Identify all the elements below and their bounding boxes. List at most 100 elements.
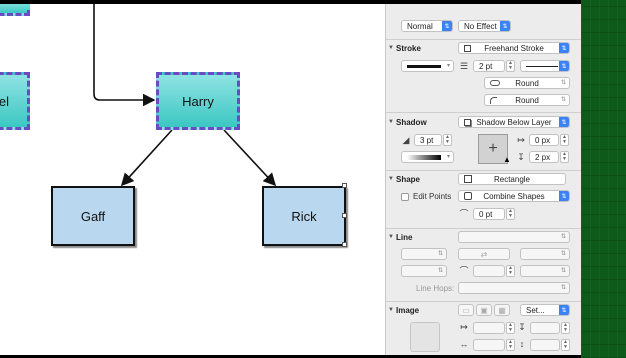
disclosure-triangle-icon[interactable]: ▼ bbox=[388, 119, 394, 125]
image-offset-y-field[interactable] bbox=[530, 322, 560, 334]
node-harry-label: Harry bbox=[182, 93, 214, 109]
shadow-size-field[interactable]: 3 pt bbox=[414, 134, 442, 146]
node-rick[interactable]: Rick bbox=[262, 186, 346, 246]
node-gaff[interactable]: Gaff bbox=[51, 186, 135, 246]
shadow-size-icon: ◢ bbox=[402, 134, 410, 145]
image-offset-y-icon: ↧ bbox=[518, 321, 526, 332]
shadow-offset-y-field[interactable]: 2 px bbox=[529, 151, 559, 163]
shadow-color-well[interactable]: ▾ bbox=[401, 151, 454, 163]
swap-arrows-button[interactable]: ⇄ bbox=[458, 248, 510, 260]
corner-radius-value: 0 pt bbox=[479, 209, 493, 219]
divider bbox=[386, 170, 581, 171]
line-hops-select[interactable]: ⇅ bbox=[458, 282, 570, 294]
node-harry[interactable]: Harry bbox=[156, 72, 240, 130]
stroke-section-title: Stroke bbox=[396, 44, 421, 53]
corner-radius-stepper[interactable]: ▲ ▼ bbox=[506, 208, 515, 220]
image-offset-x-stepper[interactable]: ▲ ▼ bbox=[506, 322, 515, 334]
image-fit-icon: ▭ bbox=[462, 305, 470, 315]
stroke-width-value: 2 pt bbox=[479, 61, 493, 71]
line-type-select[interactable]: ⇅ bbox=[458, 231, 570, 243]
chevron-down-icon: ▾ bbox=[446, 63, 450, 69]
stroke-color-well[interactable]: ▾ bbox=[401, 60, 454, 72]
stroke-width-field[interactable]: 2 pt bbox=[473, 60, 505, 72]
line-cap-select[interactable]: Round ⇅ bbox=[484, 94, 570, 106]
chevron-down-icon: ⇅ bbox=[559, 191, 569, 201]
blend-mode-value: Normal bbox=[407, 21, 433, 31]
node-rick-label: Rick bbox=[291, 208, 317, 224]
line-curvature-field[interactable] bbox=[473, 265, 505, 277]
line-cap-value: Round bbox=[515, 95, 539, 105]
corner-radius-field[interactable]: 0 pt bbox=[473, 208, 505, 220]
image-scale-y-icon: ↕ bbox=[519, 339, 525, 349]
connector-harry-to-rick bbox=[223, 129, 277, 187]
chevron-down-icon: ⇅ bbox=[559, 43, 569, 53]
node-partial-top-left[interactable] bbox=[0, 4, 30, 16]
chevron-down-icon: ⇅ bbox=[437, 251, 443, 257]
shadow-offset-y-stepper[interactable]: ▲ ▼ bbox=[560, 151, 569, 163]
stroke-width-stepper[interactable]: ▲ ▼ bbox=[506, 60, 515, 72]
shape-type-select[interactable]: Rectangle bbox=[458, 173, 566, 185]
rectangle-icon bbox=[464, 45, 471, 52]
shadow-size-value: 3 pt bbox=[420, 135, 434, 145]
stroke-pattern-select[interactable]: ⇅ bbox=[520, 60, 570, 72]
disclosure-triangle-icon[interactable]: ▼ bbox=[388, 234, 394, 240]
divider bbox=[386, 228, 581, 229]
image-scale-x-field[interactable] bbox=[473, 339, 505, 351]
divider bbox=[386, 301, 581, 302]
image-offset-y-stepper[interactable]: ▲ ▼ bbox=[561, 322, 570, 334]
effect-select[interactable]: No Effect ⇅ bbox=[458, 20, 511, 32]
shadow-layer-select[interactable]: Shadow Below Layer ⇅ bbox=[458, 116, 570, 128]
swap-icon: ⇄ bbox=[480, 249, 488, 259]
shadow-offset-y-value: 2 px bbox=[535, 152, 551, 162]
edit-points-label: Edit Points bbox=[413, 192, 452, 201]
chevron-down-icon: ⇅ bbox=[560, 285, 566, 291]
line-curvature-stepper[interactable]: ▲ ▼ bbox=[506, 265, 515, 277]
image-offset-x-field[interactable] bbox=[473, 322, 505, 334]
image-scale-y-field[interactable] bbox=[530, 339, 560, 351]
image-scale-y-stepper[interactable]: ▲ ▼ bbox=[561, 339, 570, 351]
image-set-select[interactable]: Set... ⇅ bbox=[520, 304, 570, 316]
corner-join-select[interactable]: Round ⇅ bbox=[484, 77, 570, 89]
line-end-select[interactable]: ⇅ bbox=[520, 248, 570, 260]
disclosure-triangle-icon[interactable]: ▼ bbox=[388, 176, 394, 182]
line-start-select[interactable]: ⇅ bbox=[401, 248, 447, 260]
shape-type-value: Rectangle bbox=[493, 174, 531, 184]
chevron-down-icon: ⇅ bbox=[559, 61, 569, 71]
line-section-title: Line bbox=[396, 233, 413, 242]
disclosure-triangle-icon[interactable]: ▼ bbox=[388, 45, 394, 51]
selection-handle-mid-right[interactable] bbox=[342, 213, 347, 218]
node-partial-left[interactable]: el bbox=[0, 72, 30, 130]
node-gaff-label: Gaff bbox=[80, 208, 106, 224]
connector-top-to-harry bbox=[93, 4, 156, 107]
shadow-size-stepper[interactable]: ▲ ▼ bbox=[443, 134, 452, 146]
stroke-color-swatch bbox=[407, 64, 441, 68]
image-well[interactable] bbox=[410, 322, 440, 352]
combine-shapes-select[interactable]: Combine Shapes ⇅ bbox=[458, 190, 570, 202]
shadow-offset-x-field[interactable]: 0 px bbox=[529, 134, 559, 146]
image-section-title: Image bbox=[396, 306, 420, 315]
line-start-scale-field[interactable]: ⇅ bbox=[401, 265, 447, 277]
line-weight-icon: ☰ bbox=[459, 60, 469, 71]
image-scale-x-stepper[interactable]: ▲ ▼ bbox=[506, 339, 515, 351]
selection-handle-top-right[interactable] bbox=[342, 183, 347, 188]
stroke-style-select[interactable]: Freehand Stroke ⇅ bbox=[458, 42, 570, 54]
shadow-offset-x-stepper[interactable]: ▲ ▼ bbox=[560, 134, 569, 146]
image-tile-button[interactable]: ▦ bbox=[494, 304, 510, 316]
stroke-style-value: Freehand Stroke bbox=[484, 43, 544, 53]
divider bbox=[386, 39, 581, 40]
effect-value: No Effect bbox=[464, 21, 497, 31]
blend-mode-select[interactable]: Normal ⇅ bbox=[401, 20, 453, 32]
edit-points-checkbox[interactable] bbox=[401, 193, 409, 201]
shadow-gradient-swatch bbox=[407, 154, 441, 160]
chevron-down-icon: ⇅ bbox=[442, 21, 452, 31]
image-fit-button[interactable]: ▭ bbox=[458, 304, 474, 316]
curve-icon: ⌒ bbox=[459, 265, 469, 276]
shadow-layer-value: Shadow Below Layer bbox=[476, 117, 552, 127]
disclosure-triangle-icon[interactable]: ▼ bbox=[388, 307, 394, 313]
diagram-canvas[interactable]: el Harry Gaff Rick bbox=[0, 4, 385, 355]
round-join-icon bbox=[490, 80, 500, 86]
chevron-down-icon: ⇅ bbox=[560, 97, 566, 103]
image-stretch-button[interactable]: ▣ bbox=[476, 304, 492, 316]
selection-handle-bottom-right[interactable] bbox=[342, 242, 347, 247]
line-end-scale-field[interactable]: ⇅ bbox=[520, 265, 570, 277]
